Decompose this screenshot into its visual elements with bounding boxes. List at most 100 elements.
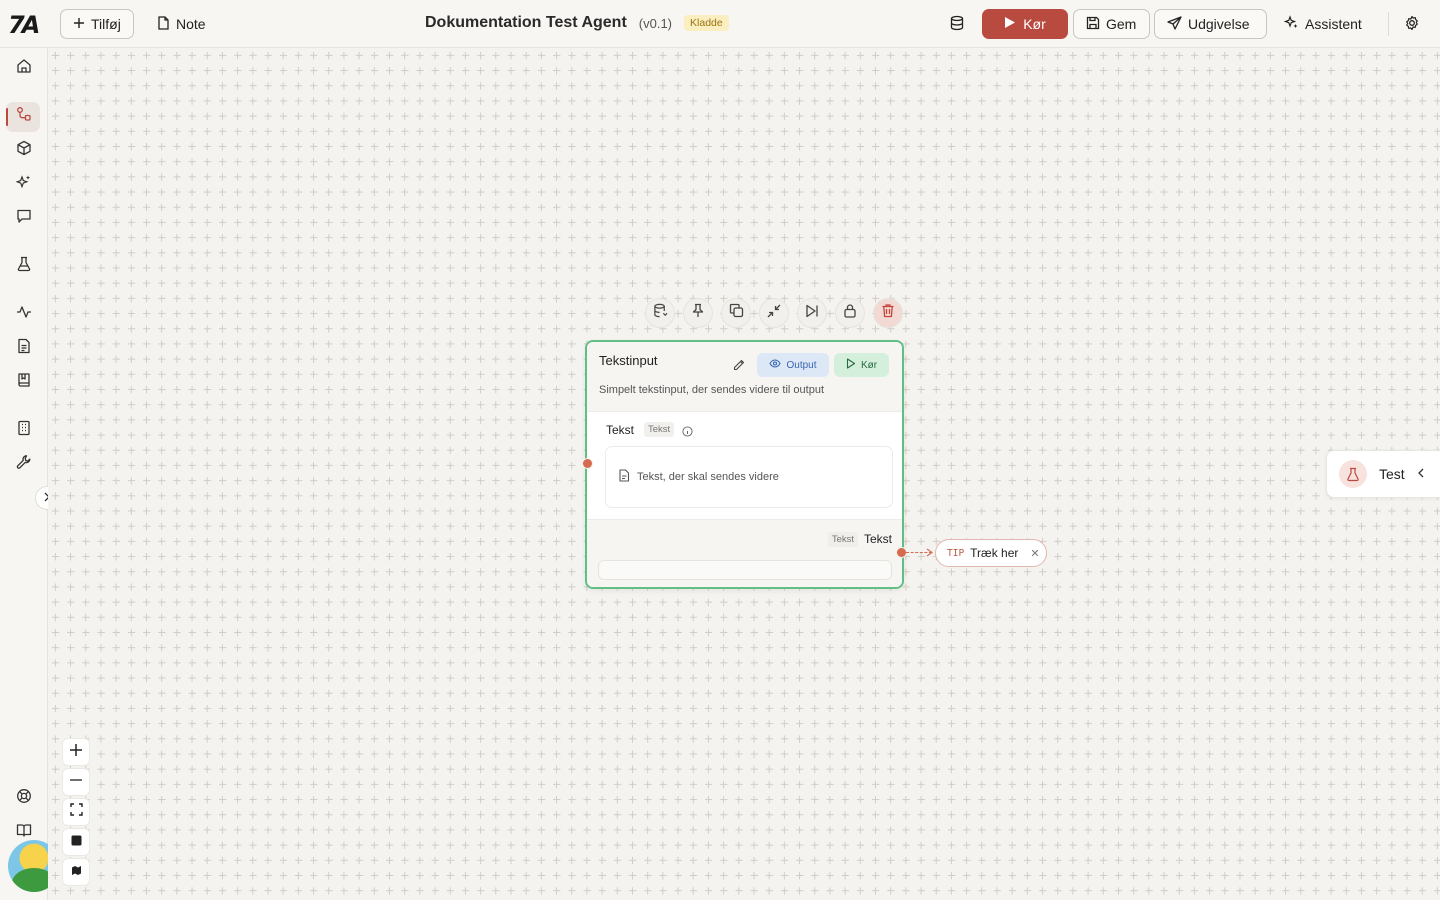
sidebar-item-workflows[interactable] <box>14 106 34 126</box>
save-button[interactable]: Gem <box>1073 9 1150 39</box>
trash-icon <box>881 303 895 323</box>
tip-tag: TIP <box>947 547 965 559</box>
flask-icon <box>16 256 32 277</box>
flask-icon <box>1339 460 1367 488</box>
text-input-field[interactable]: Tekst, der skal sendes videre <box>605 446 893 508</box>
cube-icon <box>16 140 32 161</box>
node-skip-button[interactable] <box>797 298 827 328</box>
pin-icon <box>691 303 705 323</box>
top-bar: 7A Tilføj Note Dokumentation Test Agent … <box>0 0 1440 48</box>
plus-icon <box>69 743 83 762</box>
fit-view-button[interactable] <box>62 798 90 826</box>
publish-button-label: Udgivelse <box>1188 16 1250 32</box>
tip-text: Træk her <box>970 546 1019 560</box>
node-description: Simpelt tekstinput, der sendes videre ti… <box>599 384 825 396</box>
page-title[interactable]: Dokumentation Test Agent <box>425 14 627 32</box>
fullscreen-icon <box>69 803 83 821</box>
node-input-handle[interactable] <box>582 458 593 469</box>
building-icon <box>16 420 32 441</box>
node-run-button[interactable]: Kør <box>834 353 889 377</box>
note-button-label: Note <box>176 16 206 32</box>
home-icon <box>16 58 32 79</box>
info-icon[interactable] <box>682 424 693 442</box>
node-delete-button[interactable] <box>873 298 903 328</box>
output-preview <box>598 560 892 580</box>
zoom-in-button[interactable] <box>62 738 90 766</box>
square-icon <box>71 833 82 851</box>
save-icon <box>1086 16 1100 33</box>
chat-icon <box>16 208 32 229</box>
node-output-button[interactable]: Output <box>757 353 829 377</box>
sidebar-item-documents[interactable] <box>14 338 34 358</box>
output-label: Tekst <box>863 532 892 546</box>
eye-icon <box>769 359 782 371</box>
skip-forward-icon <box>805 304 819 323</box>
node-run-label: Kør <box>860 359 878 371</box>
test-panel-toggle[interactable]: Test <box>1326 450 1440 498</box>
send-icon <box>1167 15 1182 33</box>
sidebar-item-help[interactable] <box>14 788 34 808</box>
database-button[interactable] <box>947 9 967 39</box>
book-icon <box>16 372 32 393</box>
play-icon <box>1004 16 1016 32</box>
node-toolbar <box>645 298 903 328</box>
sidebar-item-organization[interactable] <box>14 420 34 440</box>
sidebar-item-activity[interactable] <box>14 304 34 324</box>
add-button[interactable]: Tilføj <box>60 9 134 39</box>
run-button[interactable]: Kør <box>982 9 1068 39</box>
map-icon <box>71 863 82 881</box>
node-minimize-button[interactable] <box>759 298 789 328</box>
lock-canvas-button[interactable] <box>62 828 90 856</box>
note-icon <box>157 15 170 33</box>
zoom-out-button[interactable] <box>62 768 90 796</box>
assistant-button[interactable]: Assistent <box>1283 9 1362 39</box>
activity-icon <box>16 304 32 325</box>
database-icon <box>653 303 668 323</box>
note-button[interactable]: Note <box>157 9 206 39</box>
status-badge: Kladde <box>684 15 729 31</box>
settings-button[interactable] <box>1404 9 1420 39</box>
edit-icon[interactable] <box>733 358 745 376</box>
input-field-label: Tekst <box>606 423 635 437</box>
play-icon <box>846 358 856 372</box>
node-output-section: Tekst Tekst <box>587 519 902 587</box>
sidebar-item-chat[interactable] <box>14 208 34 228</box>
help-circle-icon <box>16 788 32 809</box>
sidebar-item-tools[interactable] <box>14 454 34 474</box>
sidebar-item-docs[interactable] <box>14 822 34 842</box>
test-panel-label: Test <box>1379 466 1405 482</box>
sidebar-item-tests[interactable] <box>14 256 34 276</box>
text-input-node[interactable]: Tekstinput Output Kør Simpelt tekstinput… <box>585 340 904 589</box>
database-icon <box>949 15 965 34</box>
sidebar-item-home[interactable] <box>14 58 34 78</box>
drag-tip: TIP Træk her ✕ <box>935 539 1047 567</box>
assistant-button-label: Assistent <box>1305 16 1362 32</box>
gear-icon <box>1404 15 1420 34</box>
sparkles-icon <box>15 174 32 195</box>
node-title[interactable]: Tekstinput <box>599 353 658 368</box>
sidebar-item-library[interactable] <box>14 372 34 392</box>
lock-icon <box>843 303 857 323</box>
save-button-label: Gem <box>1106 16 1137 32</box>
arrow-head-icon <box>926 548 933 557</box>
run-button-label: Kør <box>1023 16 1046 32</box>
workflow-icon <box>16 106 32 127</box>
minimap-button[interactable] <box>62 858 90 886</box>
sparkles-icon <box>1283 15 1299 33</box>
node-duplicate-button[interactable] <box>721 298 751 328</box>
app-logo[interactable]: 7A <box>8 11 40 39</box>
close-icon[interactable]: ✕ <box>1030 547 1039 560</box>
node-pin-button[interactable] <box>683 298 713 328</box>
node-output-label: Output <box>786 359 817 371</box>
sidebar-item-ai[interactable] <box>14 174 34 194</box>
copy-icon <box>729 303 744 323</box>
sidebar-item-components[interactable] <box>14 140 34 160</box>
publish-button[interactable]: Udgivelse <box>1154 9 1267 39</box>
node-data-button[interactable] <box>645 298 675 328</box>
add-button-label: Tilføj <box>91 16 121 32</box>
version-label: (v0.1) <box>638 15 673 31</box>
document-icon <box>16 338 32 359</box>
file-text-icon <box>618 469 630 485</box>
node-lock-button[interactable] <box>835 298 865 328</box>
title-group: Dokumentation Test Agent (v0.1) Kladde <box>425 14 729 32</box>
